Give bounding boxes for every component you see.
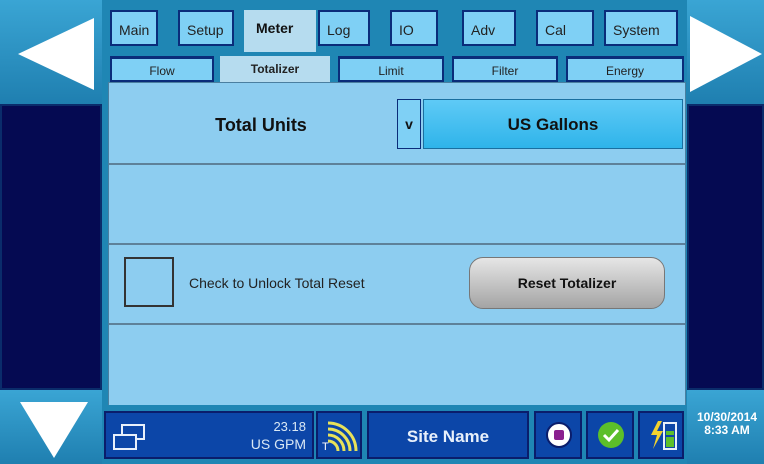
- battery-charging-icon: [648, 419, 678, 456]
- tab-system[interactable]: System: [604, 10, 678, 46]
- total-units-dropdown[interactable]: v US Gallons: [397, 99, 683, 149]
- reset-totalizer-button[interactable]: Reset Totalizer: [469, 257, 665, 309]
- flow-readout[interactable]: 23.18 US GPM: [104, 411, 314, 459]
- sub-tab-bar: Flow Totalizer Limit Filter Energy: [110, 56, 685, 82]
- subtab-filter[interactable]: Filter: [452, 56, 558, 82]
- totalizer-panel: Total Units v US Gallons Check to Unlock…: [108, 82, 686, 406]
- signal-strength-icon: [322, 417, 360, 460]
- right-panel: [687, 104, 764, 390]
- down-arrow-icon[interactable]: [20, 402, 88, 458]
- time-text: 8:33 AM: [704, 423, 750, 437]
- tab-main[interactable]: Main: [110, 10, 158, 46]
- site-name[interactable]: Site Name: [367, 411, 529, 459]
- stop-button[interactable]: [534, 411, 582, 459]
- status-ok-button[interactable]: [586, 411, 634, 459]
- flow-unit: US GPM: [250, 436, 306, 452]
- tab-io[interactable]: IO: [390, 10, 438, 46]
- subtab-flow[interactable]: Flow: [110, 56, 214, 82]
- datetime-display: 10/30/2014 8:33 AM: [690, 411, 764, 437]
- tab-meter[interactable]: Meter: [244, 10, 316, 52]
- status-ok-icon: [597, 421, 625, 454]
- unlock-reset-label: Check to Unlock Total Reset: [189, 275, 365, 291]
- total-units-label: Total Units: [215, 115, 307, 135]
- tab-log[interactable]: Log: [318, 10, 370, 46]
- left-panel: [0, 104, 102, 390]
- unlock-reset-checkbox[interactable]: [124, 257, 174, 307]
- chevron-down-icon[interactable]: v: [397, 99, 421, 149]
- total-units-value[interactable]: US Gallons: [423, 99, 683, 149]
- display-mode-icon[interactable]: [112, 423, 146, 456]
- main-tab-bar: Main Setup Meter Log IO Adv Cal System: [110, 10, 685, 52]
- flow-value: 23.18: [273, 419, 306, 434]
- status-bar: 23.18 US GPM T Site Name: [102, 405, 687, 464]
- left-arrow-icon[interactable]: [18, 18, 96, 90]
- power-button[interactable]: [638, 411, 684, 459]
- signal-indicator[interactable]: T: [316, 411, 362, 459]
- divider: [109, 163, 685, 165]
- subtab-energy[interactable]: Energy: [566, 56, 684, 82]
- right-arrow-icon[interactable]: [690, 16, 762, 92]
- signal-tag: T: [322, 441, 329, 453]
- subtab-limit[interactable]: Limit: [338, 56, 444, 82]
- tab-cal[interactable]: Cal: [536, 10, 594, 46]
- subtab-totalizer[interactable]: Totalizer: [220, 56, 330, 82]
- stop-record-icon: [545, 421, 573, 454]
- tab-setup[interactable]: Setup: [178, 10, 234, 46]
- divider: [109, 323, 685, 325]
- divider: [109, 243, 685, 245]
- tab-adv[interactable]: Adv: [462, 10, 516, 46]
